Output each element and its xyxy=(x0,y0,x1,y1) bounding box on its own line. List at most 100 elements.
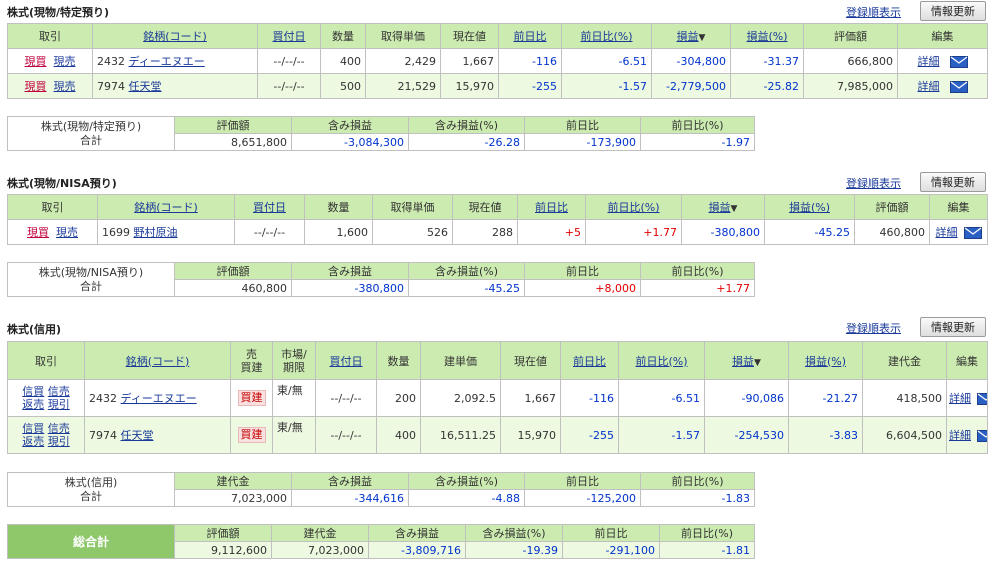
col-header-pl-pct[interactable]: 損益(%) xyxy=(746,30,787,43)
sum-unrealized-pct: -4.88 xyxy=(408,489,525,507)
section-title-margin: 株式(信用) xyxy=(7,323,62,336)
current-price: 288 xyxy=(452,219,518,245)
profit-loss: -380,800 xyxy=(681,219,765,245)
col-header-change-pct[interactable]: 前日比(%) xyxy=(580,30,632,43)
profit-loss-pct: -21.27 xyxy=(788,379,863,417)
col-header-trade: 取引 xyxy=(7,194,98,220)
profit-loss: -90,086 xyxy=(704,379,789,417)
repay-sell-link[interactable]: 返売 xyxy=(22,435,44,448)
buy-date: --/--/-- xyxy=(257,48,321,74)
sum-header-change: 前日比 xyxy=(524,262,641,280)
col-header-market-2: 期限 xyxy=(283,360,305,374)
table-row: 現買 現売 2432 ディーエヌエー --/--/-- 400 2,429 1,… xyxy=(7,48,988,74)
col-header-change[interactable]: 前日比 xyxy=(535,201,568,214)
day-change: -116 xyxy=(560,379,619,417)
sum-value: 460,800 xyxy=(174,279,292,297)
col-header-name-code[interactable]: 銘柄(コード) xyxy=(143,30,207,43)
col-header-value: 評価額 xyxy=(803,23,898,49)
refresh-button[interactable]: 情報更新 xyxy=(920,1,986,21)
repay-sell-link[interactable]: 返売 xyxy=(22,398,44,411)
col-header-price: 現在値 xyxy=(500,341,561,380)
mail-icon[interactable] xyxy=(977,393,988,405)
registration-order-link[interactable]: 登録順表示 xyxy=(846,4,901,20)
col-header-pl-pct[interactable]: 損益(%) xyxy=(805,355,846,368)
sum-unrealized-pct: -45.25 xyxy=(408,279,525,297)
holdings-table-margin: 取引 銘柄(コード) 売買建 市場/期限 買付日 数量 建単価 現在値 前日比 … xyxy=(7,341,988,454)
detail-link[interactable]: 詳細 xyxy=(949,392,971,405)
buy-link[interactable]: 現買 xyxy=(27,226,49,239)
col-header-change[interactable]: 前日比 xyxy=(514,30,547,43)
mail-icon[interactable] xyxy=(949,81,968,93)
stock-name-link[interactable]: 野村原油 xyxy=(134,226,178,239)
col-header-qty: 数量 xyxy=(376,341,421,380)
grand-header-unrealized: 含み損益 xyxy=(368,524,466,542)
refresh-button[interactable]: 情報更新 xyxy=(920,172,986,192)
cost-price: 21,529 xyxy=(365,73,441,99)
grand-value: 9,112,600 xyxy=(174,541,272,559)
col-header-pl-pct[interactable]: 損益(%) xyxy=(789,201,830,214)
col-header-change[interactable]: 前日比 xyxy=(573,355,606,368)
col-header-price: 現在値 xyxy=(440,23,499,49)
sell-link[interactable]: 現売 xyxy=(54,80,76,93)
day-change: -255 xyxy=(560,416,619,454)
col-header-name-code[interactable]: 銘柄(コード) xyxy=(126,355,190,368)
current-price: 1,667 xyxy=(440,48,499,74)
margin-buy-link[interactable]: 信買 xyxy=(22,385,44,398)
day-change: -116 xyxy=(498,48,562,74)
mail-icon[interactable] xyxy=(949,56,968,68)
delivery-link[interactable]: 現引 xyxy=(48,435,70,448)
detail-link[interactable]: 詳細 xyxy=(918,80,940,93)
sell-link[interactable]: 現売 xyxy=(54,55,76,68)
col-header-pl[interactable]: 損益 xyxy=(732,355,754,368)
table-row: 現買 現売 7974 任天堂 --/--/-- 500 21,529 15,97… xyxy=(7,73,988,99)
detail-link[interactable]: 詳細 xyxy=(918,55,940,68)
grand-total-table: 総合計 評価額 建代金 含み損益 含み損益(%) 前日比 前日比(%) 9,11… xyxy=(7,524,755,559)
col-header-pl[interactable]: 損益 xyxy=(677,30,699,43)
detail-link[interactable]: 詳細 xyxy=(949,429,971,442)
table-header-row: 取引 銘柄(コード) 買付日 数量 取得単価 現在値 前日比 前日比(%) 損益… xyxy=(7,194,988,220)
margin-buy-link[interactable]: 信買 xyxy=(22,422,44,435)
stock-name-link[interactable]: ディーエヌエー xyxy=(129,55,205,68)
profit-loss: -2,779,500 xyxy=(651,73,731,99)
refresh-button[interactable]: 情報更新 xyxy=(920,317,986,337)
buy-link[interactable]: 現買 xyxy=(25,55,47,68)
stock-name-link[interactable]: ディーエヌエー xyxy=(121,392,197,405)
stock-code: 2432 xyxy=(89,392,117,405)
holdings-table-nisa: 取引 銘柄(コード) 買付日 数量 取得単価 現在値 前日比 前日比(%) 損益… xyxy=(7,194,988,245)
col-header-qty: 数量 xyxy=(304,194,373,220)
col-header-name-code[interactable]: 銘柄(コード) xyxy=(134,201,198,214)
stock-name-link[interactable]: 任天堂 xyxy=(129,80,162,93)
col-header-change-pct[interactable]: 前日比(%) xyxy=(635,355,687,368)
col-header-change-pct[interactable]: 前日比(%) xyxy=(607,201,659,214)
table-row: 信買 信売 返売 現引 2432 ディーエヌエー 買建 東/無 --/--/--… xyxy=(7,379,988,417)
col-header-pl[interactable]: 損益 xyxy=(709,201,731,214)
buy-date: --/--/-- xyxy=(315,379,377,417)
sum-header-change-pct: 前日比(%) xyxy=(640,262,755,280)
current-price: 15,970 xyxy=(440,73,499,99)
col-header-buy-date[interactable]: 買付日 xyxy=(253,201,286,214)
margin-sell-link[interactable]: 信売 xyxy=(48,385,70,398)
stock-name-link[interactable]: 任天堂 xyxy=(121,429,154,442)
registration-order-link[interactable]: 登録順表示 xyxy=(846,175,901,191)
mail-icon[interactable] xyxy=(963,227,982,239)
detail-link[interactable]: 詳細 xyxy=(936,226,958,239)
col-header-edit: 編集 xyxy=(897,23,988,49)
margin-sell-link[interactable]: 信売 xyxy=(48,422,70,435)
valuation: 666,800 xyxy=(803,48,898,74)
grand-header-unrealized-pct: 含み損益(%) xyxy=(465,524,563,542)
buy-position-badge: 買建 xyxy=(237,427,266,443)
profit-loss-pct: -31.37 xyxy=(730,48,804,74)
mail-icon[interactable] xyxy=(977,430,988,442)
buy-link[interactable]: 現買 xyxy=(25,80,47,93)
sell-link[interactable]: 現売 xyxy=(56,226,78,239)
stock-code: 2432 xyxy=(97,55,125,68)
registration-order-link[interactable]: 登録順表示 xyxy=(846,320,901,336)
col-header-buy-date[interactable]: 買付日 xyxy=(273,30,306,43)
sum-value: 8,651,800 xyxy=(174,133,292,151)
table-row: 信買 信売 返売 現引 7974 任天堂 買建 東/無 --/--/-- 400… xyxy=(7,416,988,454)
col-header-buy-date[interactable]: 買付日 xyxy=(330,355,363,368)
delivery-link[interactable]: 現引 xyxy=(48,398,70,411)
table-header-row: 取引 銘柄(コード) 買付日 数量 取得単価 現在値 前日比 前日比(%) 損益… xyxy=(7,23,988,49)
summary-total-label: 合計 xyxy=(80,279,102,293)
col-header-trade: 取引 xyxy=(7,341,85,380)
